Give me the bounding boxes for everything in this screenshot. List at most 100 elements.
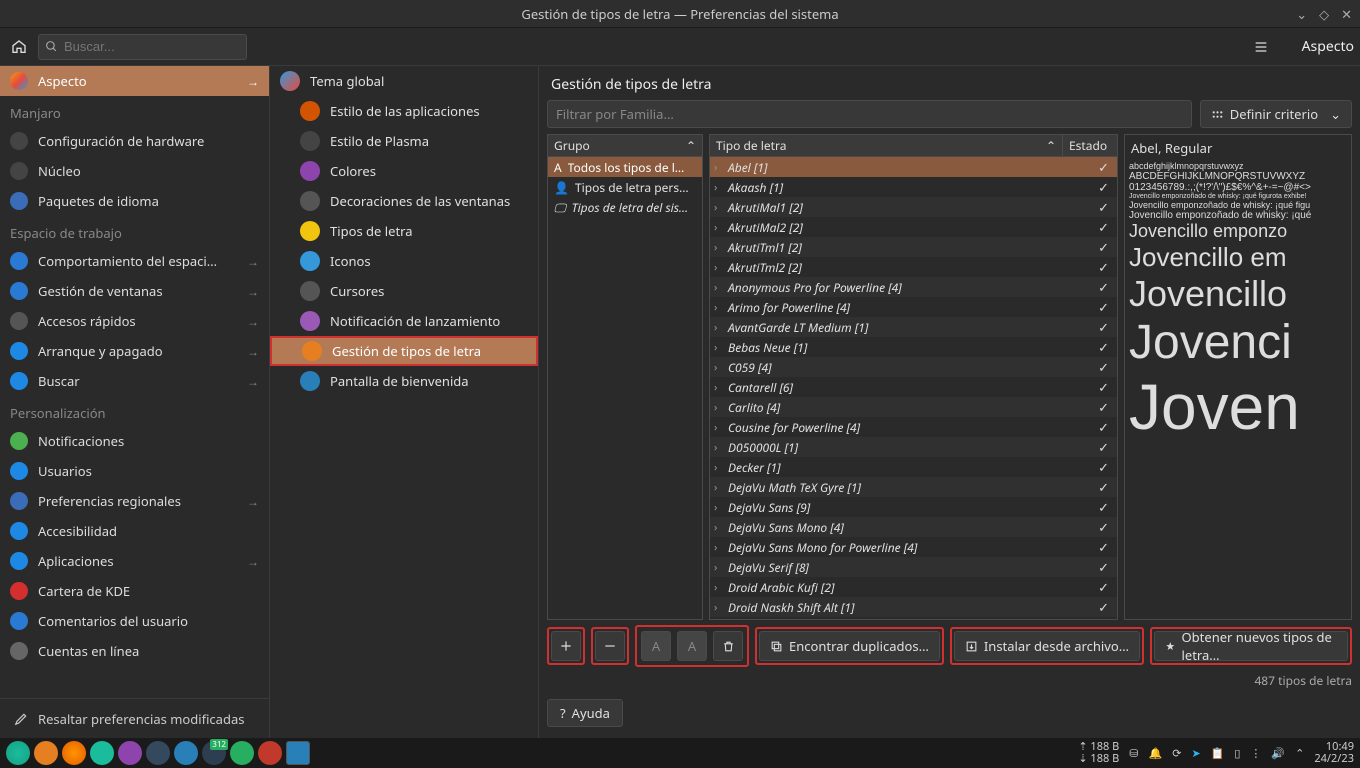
group-column-header[interactable]: Grupo⌃	[548, 135, 702, 157]
sidebar-item[interactable]: Notificaciones	[0, 426, 269, 456]
app-icon-1[interactable]	[118, 741, 142, 765]
sidebar-item[interactable]: Núcleo	[0, 156, 269, 186]
filter-input[interactable]: Filtrar por Familia...	[547, 100, 1192, 128]
app-launcher-icon[interactable]	[6, 741, 30, 765]
sidebar-item[interactable]: Accesos rápidos→	[0, 306, 269, 336]
app-icon-3[interactable]	[230, 741, 254, 765]
font-family-row[interactable]: ›Cantarell [6]✓	[710, 377, 1117, 397]
font-family-row[interactable]: ›Cousine for Powerline [4]✓	[710, 417, 1117, 437]
appearance-item[interactable]: Decoraciones de las ventanas	[270, 186, 538, 216]
sidebar-item[interactable]: Preferencias regionales→	[0, 486, 269, 516]
sidebar-item[interactable]: Configuración de hardware	[0, 126, 269, 156]
appearance-item[interactable]: Estilo de las aplicaciones	[270, 96, 538, 126]
font-family-row[interactable]: ›DejaVu Sans [9]✓	[710, 497, 1117, 517]
sidebar-item[interactable]: Buscar→	[0, 366, 269, 396]
font-family-row[interactable]: ›Droid Arabic Kufi [2]✓	[710, 577, 1117, 597]
tray-refresh-icon[interactable]: ⟳	[1172, 746, 1181, 761]
get-new-fonts-button[interactable]: Obtener nuevos tipos de letra…	[1154, 631, 1348, 661]
tray-disk-icon[interactable]: ⛁	[1129, 746, 1138, 761]
close-icon[interactable]: ✕	[1341, 5, 1352, 23]
font-family-row[interactable]: ›Abel [1]✓	[710, 157, 1117, 177]
firefox-icon[interactable]	[62, 741, 86, 765]
font-family-row[interactable]: ›Carlito [4]✓	[710, 397, 1117, 417]
hamburger-menu-button[interactable]	[1248, 34, 1274, 60]
tray-clipboard-icon[interactable]: 📋	[1211, 746, 1225, 761]
add-button[interactable]	[551, 631, 581, 661]
font-family-row[interactable]: ›DejaVu Sans Mono for Powerline [4]✓	[710, 537, 1117, 557]
font-family-row[interactable]: ›Anonymous Pro for Powerline [4]✓	[710, 277, 1117, 297]
opera-icon[interactable]	[258, 741, 282, 765]
delete-button[interactable]	[713, 631, 743, 661]
sidebar-item[interactable]: Comentarios del usuario	[0, 606, 269, 636]
sidebar: Aspecto→ManjaroConfiguración de hardware…	[0, 66, 270, 738]
type-column-header[interactable]: Tipo de letra⌃	[710, 135, 1062, 157]
clock[interactable]: 10:49 24/2/23	[1314, 741, 1354, 765]
help-button[interactable]: ? Ayuda	[547, 699, 623, 727]
font-family-row[interactable]: ›C059 [4]✓	[710, 357, 1117, 377]
font-family-row[interactable]: ›AkrutiTml2 [2]✓	[710, 257, 1117, 277]
define-criteria-button[interactable]: Definir criterio ⌄	[1200, 100, 1352, 128]
state-column-header[interactable]: Estado	[1062, 135, 1117, 157]
sidebar-item[interactable]: Usuarios	[0, 456, 269, 486]
remove-button[interactable]	[595, 631, 625, 661]
font-family-row[interactable]: ›DejaVu Serif [8]✓	[710, 557, 1117, 577]
tray-battery-icon[interactable]: ▯	[1234, 746, 1240, 761]
font-family-row[interactable]: ›Akaash [1]✓	[710, 177, 1117, 197]
tray-wifi-icon[interactable]: ⋮	[1250, 746, 1261, 761]
tray-bell-icon[interactable]: 🔔	[1149, 746, 1163, 761]
steam-icon[interactable]	[146, 741, 170, 765]
font-family-row[interactable]: ›Bebas Neue [1]✓	[710, 337, 1117, 357]
minimize-icon[interactable]: ⌄	[1296, 5, 1307, 23]
sidebar-item-aspecto[interactable]: Aspecto→	[0, 66, 269, 96]
find-duplicates-button[interactable]: Encontrar duplicados…	[759, 631, 940, 661]
appearance-item[interactable]: Notificación de lanzamiento	[270, 306, 538, 336]
appearance-item[interactable]: Tipos de letra	[270, 216, 538, 246]
sidebar-item[interactable]: Gestión de ventanas→	[0, 276, 269, 306]
sidebar-item[interactable]: Accesibilidad	[0, 516, 269, 546]
search-input[interactable]	[38, 34, 247, 60]
sidebar-item[interactable]: Arranque y apagado→	[0, 336, 269, 366]
sidebar-item[interactable]: Comportamiento del espaci…→	[0, 246, 269, 276]
theme-global-header[interactable]: Tema global	[270, 66, 538, 96]
appearance-item[interactable]: Cursores	[270, 276, 538, 306]
terminal-icon[interactable]	[174, 741, 198, 765]
font-family-row[interactable]: ›AkrutiTml1 [2]✓	[710, 237, 1117, 257]
font-family-row[interactable]: ›AvantGarde LT Medium [1]✓	[710, 317, 1117, 337]
font-family-row[interactable]: ›DejaVu Sans Mono [4]✓	[710, 517, 1117, 537]
sidebar-item[interactable]: Cuentas en línea	[0, 636, 269, 666]
install-from-file-button[interactable]: Instalar desde archivo…	[954, 631, 1140, 661]
duplicate-icon	[770, 640, 783, 653]
kate-icon[interactable]	[90, 741, 114, 765]
appearance-item[interactable]: Colores	[270, 156, 538, 186]
settings-icon[interactable]	[286, 741, 310, 765]
preview-line: Jovencillo emponzoñado de whisky: ¡qué f…	[1127, 200, 1349, 210]
font-family-row[interactable]: ›Decker [1]✓	[710, 457, 1117, 477]
home-button[interactable]	[6, 34, 32, 60]
preview-line: Jovenci	[1127, 315, 1349, 370]
font-family-row[interactable]: ›AkrutiMal2 [2]✓	[710, 217, 1117, 237]
appearance-item[interactable]: Pantalla de bienvenida	[270, 366, 538, 396]
disable-font-button[interactable]: A	[677, 631, 707, 661]
tray-telegram-icon[interactable]: ➤	[1191, 746, 1200, 761]
font-family-row[interactable]: ›D050000L [1]✓	[710, 437, 1117, 457]
appearance-item[interactable]: Iconos	[270, 246, 538, 276]
appearance-item[interactable]: Estilo de Plasma	[270, 126, 538, 156]
font-group-item[interactable]: 👤Tipos de letra pers…	[548, 177, 702, 197]
appearance-item[interactable]: Gestión de tipos de letra	[270, 336, 538, 366]
font-group-item[interactable]: 🖵Tipos de letra del sis…	[548, 197, 702, 217]
app-icon-2[interactable]: 312	[202, 741, 226, 765]
maximize-icon[interactable]: ◇	[1319, 5, 1329, 23]
font-family-row[interactable]: ›Droid Naskh Shift Alt [1]✓	[710, 597, 1117, 617]
sidebar-item[interactable]: Aplicaciones→	[0, 546, 269, 576]
font-family-row[interactable]: ›DejaVu Math TeX Gyre [1]✓	[710, 477, 1117, 497]
tray-volume-icon[interactable]: 🔊	[1271, 746, 1285, 761]
tray-chevron-icon[interactable]: ⌃	[1295, 746, 1304, 761]
highlight-modified-toggle[interactable]: Resaltar preferencias modificadas	[0, 698, 269, 738]
font-group-item[interactable]: ATodos los tipos de l…	[548, 157, 702, 177]
sidebar-item[interactable]: Paquetes de idioma	[0, 186, 269, 216]
font-family-row[interactable]: ›Arimo for Powerline [4]✓	[710, 297, 1117, 317]
sidebar-item[interactable]: Cartera de KDE	[0, 576, 269, 606]
font-family-row[interactable]: ›AkrutiMal1 [2]✓	[710, 197, 1117, 217]
enable-font-button[interactable]: A	[641, 631, 671, 661]
files-icon[interactable]	[34, 741, 58, 765]
